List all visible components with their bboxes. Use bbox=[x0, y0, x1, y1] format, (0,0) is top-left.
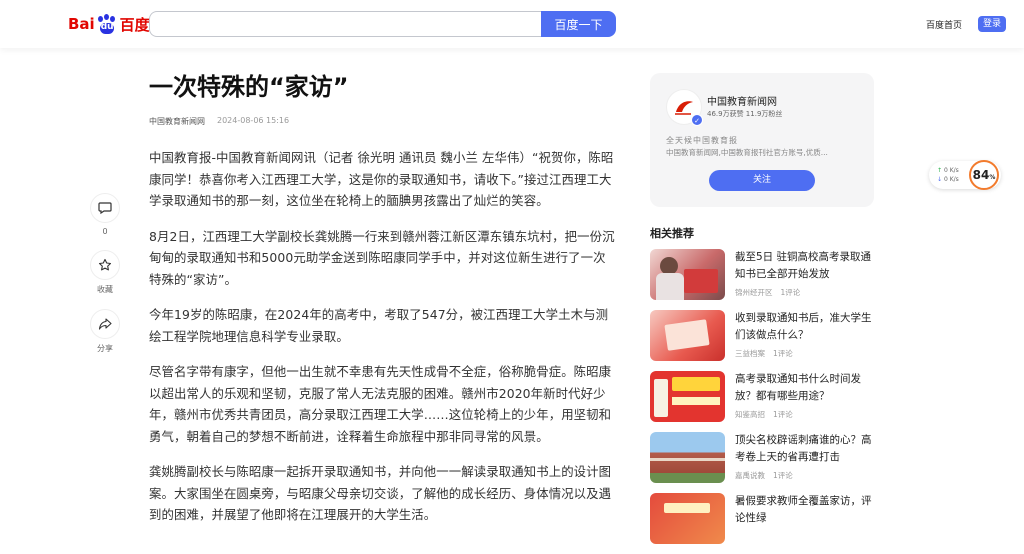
related-item[interactable]: 顶尖名校辟谣刺痛谁的心？高考卷上天的省再遭打击 嘉禹说教 1评论 bbox=[650, 432, 874, 483]
collect-action[interactable]: 收藏 bbox=[88, 250, 122, 295]
search-input[interactable] bbox=[149, 11, 541, 37]
baidu-home-link[interactable]: 百度首页 bbox=[926, 18, 962, 31]
login-button[interactable]: 登录 bbox=[978, 16, 1006, 32]
related-list: 截至5日 驻铜高校高考录取通知书已全部开始发放 锦州经开区 1评论 收到录取通知书… bbox=[650, 249, 874, 544]
related-title[interactable]: 截至5日 驻铜高校高考录取通知书已全部开始发放 bbox=[735, 249, 874, 282]
related-thumbnail[interactable] bbox=[650, 432, 725, 483]
article: 一次特殊的“家访” 中国教育新闻网 2024-08-06 15:16 中国教育报… bbox=[149, 72, 617, 526]
memory-usage-unit: % bbox=[989, 174, 996, 181]
sidebar: ✓ 中国教育新闻网 46.9万获赞 11.9万粉丝 全天候中国教育报 中国教育新… bbox=[650, 73, 874, 554]
search-bar: 百度一下 bbox=[149, 11, 616, 37]
search-button[interactable]: 百度一下 bbox=[541, 11, 616, 37]
author-slogan: 全天候中国教育报 bbox=[666, 136, 738, 145]
related-comments: 1评论 bbox=[773, 471, 793, 480]
article-paragraph: 龚姚腾副校长与陈昭康一起拆开录取通知书，并向他一一解读录取通知书上的设计图案。大… bbox=[149, 464, 612, 522]
article-paragraph: 今年19岁的陈昭康，在2024年的高考中，考取了547分，被江西理工大学土木与测… bbox=[149, 307, 609, 344]
author-name[interactable]: 中国教育新闻网 bbox=[707, 93, 777, 108]
up-arrow-icon: ↑ bbox=[937, 167, 943, 174]
article-date: 2024-08-06 15:16 bbox=[217, 116, 290, 125]
related-source: 锦州经开区 bbox=[735, 288, 773, 297]
upload-unit: K/s bbox=[949, 167, 959, 174]
comment-action[interactable]: 0 bbox=[88, 193, 122, 236]
author-avatar[interactable]: ✓ bbox=[666, 89, 703, 126]
related-title[interactable]: 高考录取通知书什么时间发放？都有哪些用途？ bbox=[735, 371, 874, 404]
share-icon[interactable] bbox=[90, 309, 120, 339]
article-paragraph: 8月2日，江西理工大学副校长龚姚腾一行来到赣州蓉江新区潭东镇东坑村，把一份沉甸甸… bbox=[149, 228, 615, 287]
comment-icon[interactable] bbox=[90, 193, 120, 223]
top-bar: Bai du 百度 百度一下 百度首页 登录 bbox=[0, 0, 1024, 48]
logo-du: du bbox=[100, 22, 114, 32]
related-source: 知鉴高招 bbox=[735, 410, 765, 419]
star-icon[interactable] bbox=[90, 250, 120, 280]
speed-readout: ↑ 0 K/s ↓ 0 K/s bbox=[937, 166, 959, 184]
down-arrow-icon: ↓ bbox=[937, 176, 943, 183]
logo-bai: Bai bbox=[68, 15, 95, 33]
related-comments: 1评论 bbox=[780, 288, 801, 297]
related-item[interactable]: 截至5日 驻铜高校高考录取通知书已全部开始发放 锦州经开区 1评论 bbox=[650, 249, 874, 300]
article-source[interactable]: 中国教育新闻网 bbox=[149, 116, 205, 127]
upload-speed: 0 bbox=[943, 167, 948, 174]
related-source: 三益档案 bbox=[735, 349, 765, 358]
comment-count: 0 bbox=[102, 227, 108, 236]
follow-button[interactable]: 关注 bbox=[709, 170, 815, 191]
related-item[interactable]: 收到录取通知书后，准大学生们该做点什么？ 三益档案 1评论 bbox=[650, 310, 874, 361]
article-paragraph: 尽管名字带有康字，但他一出生就不幸患有先天性成骨不全症，俗称脆骨症。陈昭康以超出… bbox=[149, 364, 612, 444]
related-thumbnail[interactable] bbox=[650, 249, 725, 300]
related-title[interactable]: 收到录取通知书后，准大学生们该做点什么？ bbox=[735, 310, 874, 343]
network-speed-widget[interactable]: ↑ 0 K/s ↓ 0 K/s 84% bbox=[929, 160, 1001, 190]
related-thumbnail[interactable] bbox=[650, 310, 725, 361]
author-description: 中国教育新闻网,中国教育报刊社官方账号,优质... bbox=[666, 148, 828, 157]
related-title[interactable]: 顶尖名校辟谣刺痛谁的心？高考卷上天的省再遭打击 bbox=[735, 432, 874, 465]
related-item[interactable]: 高考录取通知书什么时间发放？都有哪些用途？ 知鉴高招 1评论 bbox=[650, 371, 874, 422]
article-title: 一次特殊的“家访” bbox=[149, 73, 349, 101]
collect-label: 收藏 bbox=[97, 285, 113, 294]
article-paragraph: 中国教育报-中国教育新闻网讯（记者 徐光明 通讯员 魏小兰 左华伟）“祝贺你，陈… bbox=[149, 150, 614, 208]
related-title[interactable]: 暑假要求教师全覆盖家访，评论性绿 bbox=[735, 493, 874, 526]
news-logo-icon bbox=[675, 101, 693, 115]
logo-cn: 百度 bbox=[119, 15, 150, 34]
related-thumbnail[interactable] bbox=[650, 493, 725, 544]
memory-usage-badge[interactable]: 84% bbox=[969, 160, 999, 190]
share-action[interactable]: 分享 bbox=[88, 309, 122, 354]
related-thumbnail[interactable] bbox=[650, 371, 725, 422]
download-speed: 0 bbox=[943, 176, 948, 183]
related-comments: 1评论 bbox=[773, 349, 793, 358]
related-source: 嘉禹说教 bbox=[735, 471, 765, 480]
related-item[interactable]: 暑假要求教师全覆盖家访，评论性绿 bbox=[650, 493, 874, 544]
verified-icon: ✓ bbox=[691, 114, 703, 126]
download-unit: K/s bbox=[949, 176, 959, 183]
share-label: 分享 bbox=[97, 344, 113, 353]
article-actions: 0 收藏 分享 bbox=[88, 193, 122, 368]
article-meta: 中国教育新闻网 2024-08-06 15:16 bbox=[149, 116, 617, 127]
related-comments: 1评论 bbox=[773, 410, 793, 419]
memory-usage-value: 84 bbox=[972, 168, 990, 182]
author-stats: 46.9万获赞 11.9万粉丝 bbox=[707, 110, 783, 118]
baidu-logo[interactable]: Bai du 百度 bbox=[68, 12, 150, 36]
author-card: ✓ 中国教育新闻网 46.9万获赞 11.9万粉丝 全天候中国教育报 中国教育新… bbox=[650, 73, 874, 207]
article-body: 中国教育报-中国教育新闻网讯（记者 徐光明 通讯员 魏小兰 左华伟）“祝贺你，陈… bbox=[149, 147, 617, 526]
related-heading: 相关推荐 bbox=[650, 227, 694, 240]
